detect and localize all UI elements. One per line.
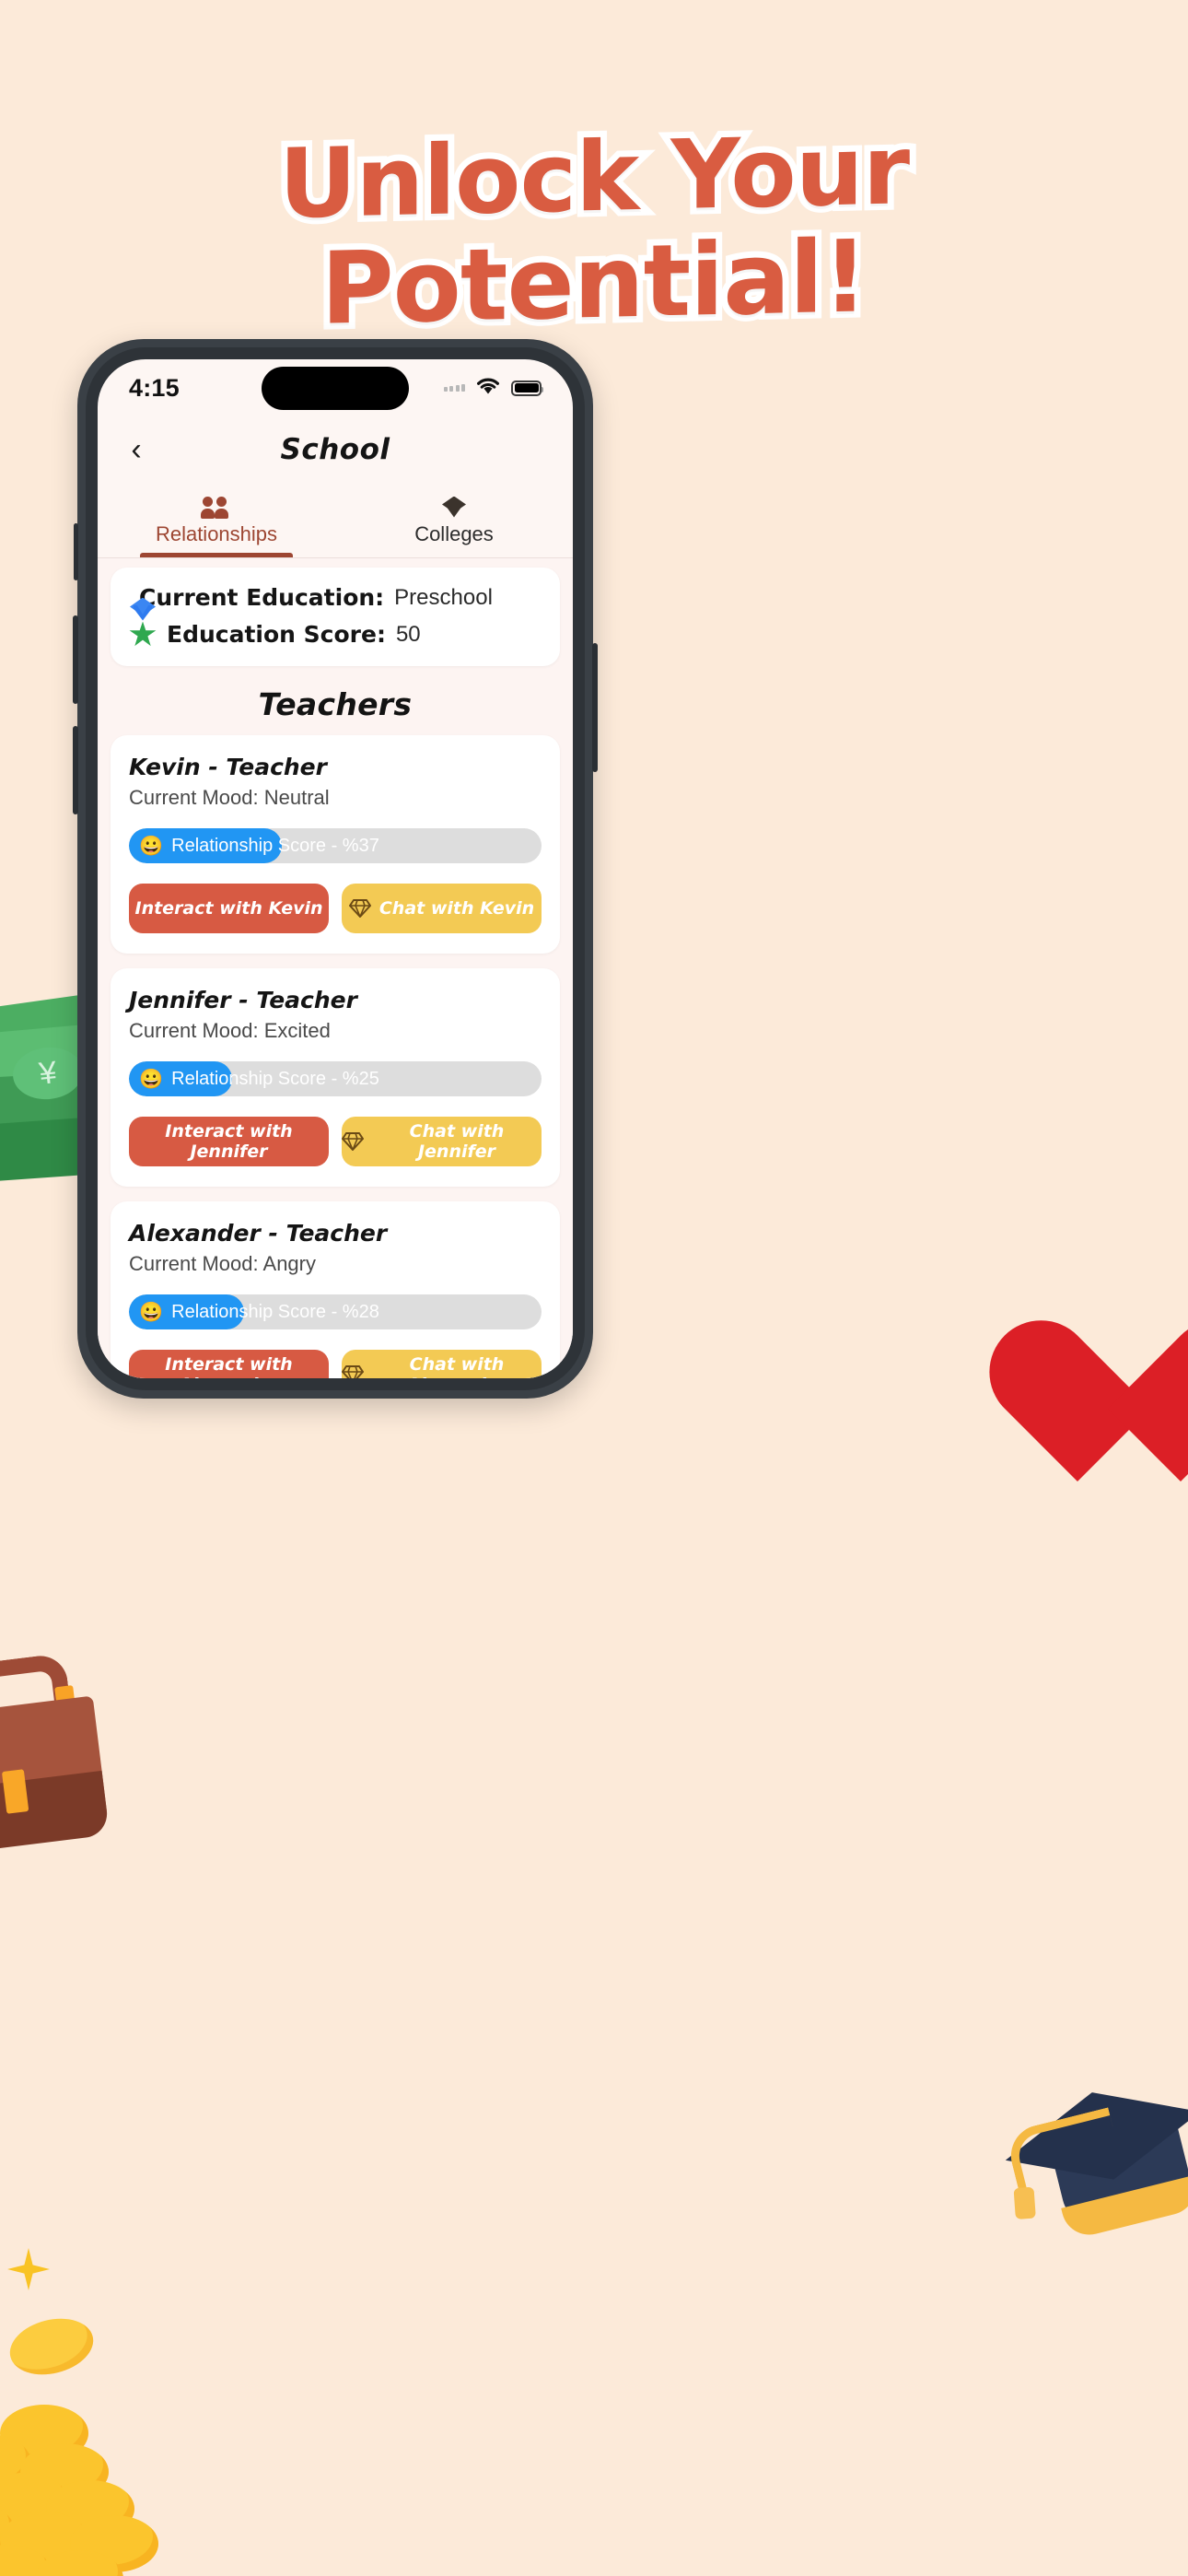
interact-button[interactable]: Interact with Kevin (129, 884, 329, 933)
education-info-card: Current Education: Preschool Education S… (111, 568, 560, 666)
gem-icon (342, 1364, 364, 1378)
chat-button[interactable]: Chat with Alexander (342, 1350, 542, 1378)
tab-bar: Relationships Colleges (98, 483, 573, 558)
promo-headline: Unlock Your Potential! (0, 107, 1188, 353)
relationship-score-bar: 😀 Relationship Score - %25 (129, 1061, 542, 1096)
phone-volume-up-button[interactable] (73, 615, 78, 704)
phone-power-button[interactable] (592, 643, 598, 772)
teacher-name: Jennifer - Teacher (129, 987, 357, 1013)
relationship-score-text: Relationship Score - %25 (171, 1068, 379, 1089)
gem-icon (348, 898, 371, 919)
phone-mockup: 4:15 ‹ School Relationships Colleges Cur… (73, 339, 598, 1399)
gold-coins-decoration (0, 2239, 175, 2576)
teacher-name: Alexander - Teacher (129, 1220, 388, 1247)
graduation-cap-decoration (981, 2030, 1188, 2309)
teacher-mood: Current Mood: Neutral (129, 786, 330, 809)
interact-button[interactable]: Interact with Alexander (129, 1350, 329, 1378)
status-time: 4:15 (129, 373, 180, 402)
relationship-score-bar: 😀 Relationship Score - %37 (129, 828, 542, 863)
nav-bar: ‹ School (98, 416, 573, 483)
phone-screen: 4:15 ‹ School Relationships Colleges Cur… (98, 359, 573, 1378)
dynamic-island (262, 367, 409, 410)
current-education-label: Current Education: (139, 584, 385, 611)
tab-colleges[interactable]: Colleges (335, 483, 573, 557)
chat-button-label: Chat with Kevin (379, 898, 535, 919)
teacher-mood: Current Mood: Angry (129, 1252, 316, 1275)
teacher-mood: Current Mood: Excited (129, 1019, 331, 1042)
relationship-score-text: Relationship Score - %37 (171, 835, 379, 856)
teacher-card: Alexander - Teacher Current Mood: Angry … (111, 1201, 560, 1378)
teacher-card: Kevin - Teacher Current Mood: Neutral 😀 … (111, 735, 560, 954)
headline-line-1: Unlock Your (273, 107, 915, 247)
status-bar: 4:15 (98, 359, 573, 416)
interact-button[interactable]: Interact with Jennifer (129, 1117, 329, 1166)
teacher-name: Kevin - Teacher (129, 754, 327, 780)
smiley-emoji-icon: 😀 (139, 1068, 164, 1090)
chat-button-label: Chat with Alexander (407, 1354, 507, 1378)
headline-line-2: Potential! (315, 213, 874, 353)
phone-volume-down-button[interactable] (73, 726, 78, 814)
education-score-row: Education Score: 50 (129, 621, 542, 648)
briefcase-decoration (0, 1640, 130, 1869)
teacher-card: Jennifer - Teacher Current Mood: Excited… (111, 968, 560, 1187)
content-scroll-area[interactable]: Current Education: Preschool Education S… (98, 558, 573, 1378)
current-education-row: Current Education: Preschool (129, 584, 542, 621)
chat-button-label: Chat with Jennifer (409, 1121, 505, 1162)
tab-relationships-label: Relationships (155, 521, 278, 545)
smiley-emoji-icon: 😀 (139, 835, 164, 857)
graduation-cap-icon (440, 495, 468, 519)
people-icon (201, 495, 232, 519)
signal-dots-icon (443, 384, 465, 392)
current-education-value: Preschool (394, 584, 493, 610)
relationship-score-text: Relationship Score - %28 (171, 1301, 379, 1322)
gem-icon (342, 1131, 364, 1152)
tab-relationships[interactable]: Relationships (98, 483, 335, 557)
tab-colleges-label: Colleges (414, 521, 494, 545)
phone-mute-switch[interactable] (74, 523, 78, 580)
wifi-icon (475, 377, 501, 400)
teachers-section-title: Teachers (258, 686, 413, 722)
star-icon (129, 621, 157, 647)
education-score-value: 50 (395, 621, 421, 647)
education-score-label: Education Score: (167, 621, 386, 648)
chat-button[interactable]: Chat with Kevin (342, 884, 542, 933)
smiley-emoji-icon: 😀 (139, 1301, 164, 1323)
page-title: School (280, 433, 390, 466)
battery-icon (511, 380, 543, 396)
heart-decoration (1063, 1327, 1188, 1511)
relationship-score-bar: 😀 Relationship Score - %28 (129, 1294, 542, 1329)
chat-button[interactable]: Chat with Jennifer (342, 1117, 542, 1166)
